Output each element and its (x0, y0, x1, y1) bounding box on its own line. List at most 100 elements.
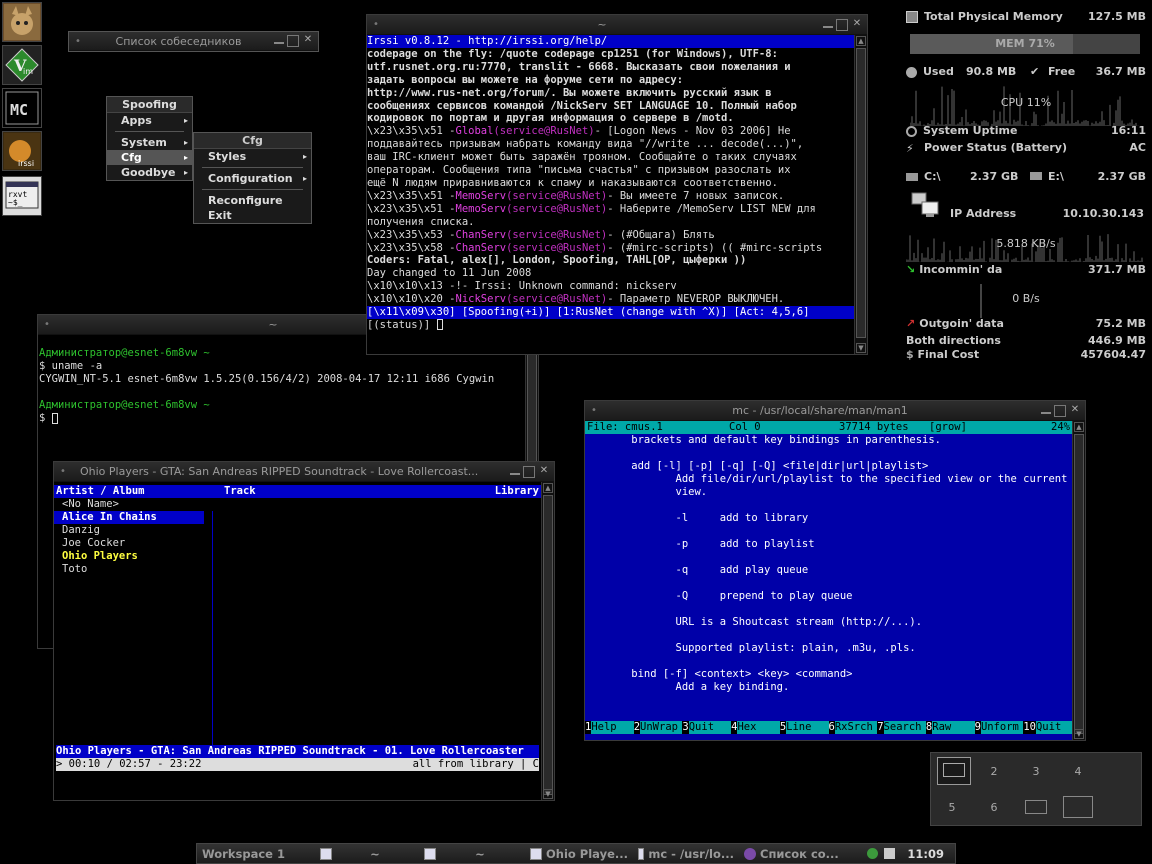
maximize-button[interactable] (523, 465, 535, 478)
window-menu-icon[interactable]: • (589, 405, 599, 416)
maximize-button[interactable] (287, 35, 299, 47)
irssi-icon[interactable]: irssi (2, 131, 42, 171)
menu-item-label: Goodbye (121, 166, 176, 179)
taskbar-item-mc[interactable]: mc - /usr/lo... (633, 847, 739, 861)
menu-item-configuration[interactable]: Configuration ▸ (194, 171, 311, 186)
menu-item-label: System (121, 136, 167, 149)
workspace-5[interactable]: 5 (931, 789, 973, 825)
root-menu[interactable]: Spoofing Apps ▸ System ▸ Cfg ▸ Goodbye ▸ (106, 96, 193, 181)
function-key-f5[interactable]: 5 Line (779, 721, 829, 734)
function-key-f6[interactable]: 6 RxSrch (828, 721, 878, 734)
workspace-3[interactable]: 3 (1015, 753, 1057, 789)
manpage-line: -Q prepend to play queue (587, 590, 853, 602)
function-key-f1[interactable]: 1 Help (585, 721, 634, 734)
window-title: Ohio Players - GTA: San Andreas RIPPED S… (80, 465, 479, 478)
window-menu-icon[interactable]: • (58, 466, 68, 477)
workspace-6[interactable]: 6 (973, 789, 1015, 825)
menu-item-apps[interactable]: Apps ▸ (107, 113, 192, 128)
menu-item-exit[interactable]: Exit (194, 208, 311, 223)
close-button[interactable]: ✕ (302, 35, 314, 47)
artist-list-item[interactable]: Joe Cocker (54, 537, 541, 550)
rxvt-icon[interactable]: rxvt ~$_ (2, 176, 42, 216)
cat-app-icon[interactable] (2, 2, 42, 42)
irssi-scrollbar[interactable]: ▲ ▼ (854, 35, 867, 354)
contacts-titlebar[interactable]: • Список собеседников ✕ (69, 32, 318, 51)
taskbar-item-irssi[interactable]: ~ (419, 847, 525, 861)
library-header: Library (494, 485, 539, 497)
function-key-f9[interactable]: 9 Unform (974, 721, 1024, 734)
function-key-label: Help (591, 721, 634, 734)
message-continuation: ещё N людям приравниваются к спаму и нак… (367, 176, 778, 189)
window-menu-icon[interactable]: • (371, 19, 381, 30)
shell-command: $ (39, 412, 52, 424)
cmus-library[interactable]: Artist / Album Track Library <No Name> Al… (54, 482, 541, 800)
cfg-submenu[interactable]: Cfg Styles ▸ Configuration ▸ Reconfigure E… (193, 132, 312, 224)
message-text: - [Logon News - Nov 03 2006] Не (594, 125, 791, 138)
minimize-button[interactable] (1041, 405, 1051, 414)
irssi-titlebar[interactable]: • ~ ✕ (367, 15, 867, 35)
menu-item-reconfigure[interactable]: Reconfigure (194, 193, 311, 208)
function-key-f10[interactable]: 10 Quit (1023, 721, 1073, 734)
irssi-window[interactable]: • ~ ✕ Irssi v0.8.12 - http://irssi.org/h… (366, 14, 868, 355)
svg-text:MC: MC (10, 101, 28, 119)
contacts-window[interactable]: • Список собеседников ✕ (68, 31, 319, 52)
workspace-name: Workspace 1 (202, 846, 285, 861)
mc-viewer[interactable]: File: cmus.1 Col 0 37714 bytes [grow] 24… (585, 421, 1073, 740)
artist-list-item[interactable]: Ohio Players (54, 550, 541, 563)
workspace-pager[interactable]: 2 3 4 5 6 (930, 752, 1142, 826)
mc-scrollbar[interactable]: ▲ ▼ (1072, 421, 1085, 740)
function-key-f3[interactable]: 3 Quit (682, 721, 732, 734)
workspace-7[interactable] (1015, 789, 1057, 825)
workspace-label[interactable]: Workspace 1 (197, 847, 315, 861)
maximize-button[interactable] (836, 18, 848, 31)
close-button[interactable]: ✕ (538, 465, 550, 478)
function-key-f4[interactable]: 4 Hex (731, 721, 780, 734)
check-icon: ✔ (1030, 65, 1040, 78)
workspace-8[interactable] (1057, 789, 1099, 825)
window-menu-icon[interactable]: • (42, 319, 52, 330)
function-key-f7[interactable]: 7 Search (877, 721, 926, 734)
irssi-input-prompt[interactable]: [(status)] (367, 319, 437, 331)
memory-bar-label: MEM 71% (995, 37, 1055, 50)
clock[interactable]: 11:09 (901, 847, 950, 861)
taskbar-item-terminal[interactable]: ~ (315, 847, 419, 861)
workspace-4[interactable]: 4 (1057, 753, 1099, 789)
cmus-status-bar: > 00:10 / 02:57 - 23:22 all from library… (56, 758, 539, 771)
workspace-1[interactable] (931, 753, 973, 789)
used-value: 90.8 MB (966, 65, 1017, 78)
mc-icon[interactable]: MC (2, 88, 42, 128)
cmus-titlebar[interactable]: • Ohio Players - GTA: San Andreas RIPPED… (54, 462, 554, 482)
menu-item-spoofing[interactable]: Spoofing (107, 97, 192, 113)
menu-item-styles[interactable]: Styles ▸ (194, 149, 311, 164)
close-button[interactable]: ✕ (851, 18, 863, 31)
artist-list-item[interactable]: <No Name> (54, 498, 541, 511)
minimize-button[interactable] (274, 35, 284, 44)
mc-window[interactable]: • mc - /usr/local/share/man/man1 ✕ File:… (584, 400, 1086, 741)
function-key-f2[interactable]: 2 UnWrap (633, 721, 683, 734)
function-key-f8[interactable]: 8 Raw (925, 721, 975, 734)
workspace-2[interactable]: 2 (973, 753, 1015, 789)
maximize-button[interactable] (1054, 404, 1066, 417)
vim-icon[interactable]: Vim (2, 45, 42, 85)
menu-item-system[interactable]: System ▸ (107, 135, 192, 150)
minimize-button[interactable] (823, 19, 833, 28)
artist-list-item[interactable]: Toto (54, 563, 541, 576)
volume-tray-icon[interactable] (884, 848, 896, 859)
close-button[interactable]: ✕ (1069, 404, 1081, 417)
irssi-output[interactable]: Irssi v0.8.12 - http://irssi.org/help/ c… (367, 35, 854, 354)
cmus-window[interactable]: • Ohio Players - GTA: San Andreas RIPPED… (53, 461, 555, 801)
incoming-total: 371.7 MB (1088, 263, 1146, 276)
network-tray-icon[interactable] (867, 848, 879, 859)
taskbar-item-cmus[interactable]: Ohio Playe... (525, 847, 633, 861)
minimize-button[interactable] (510, 466, 520, 475)
artist-list-item[interactable]: Alice In Chains (54, 511, 204, 524)
cmus-scrollbar[interactable]: ▲ ▼ (541, 482, 554, 800)
service-nick: MemoServ (455, 202, 507, 215)
taskbar-item-contacts[interactable]: Список со... (739, 847, 851, 861)
menu-item-cfg[interactable]: Cfg ▸ (107, 150, 192, 165)
menu-item-goodbye[interactable]: Goodbye ▸ (107, 165, 192, 180)
cost-label: Final Cost (917, 348, 980, 361)
mc-titlebar[interactable]: • mc - /usr/local/share/man/man1 ✕ (585, 401, 1085, 421)
window-menu-icon[interactable]: • (73, 36, 83, 47)
artist-list-item[interactable]: Danzig (54, 524, 541, 537)
